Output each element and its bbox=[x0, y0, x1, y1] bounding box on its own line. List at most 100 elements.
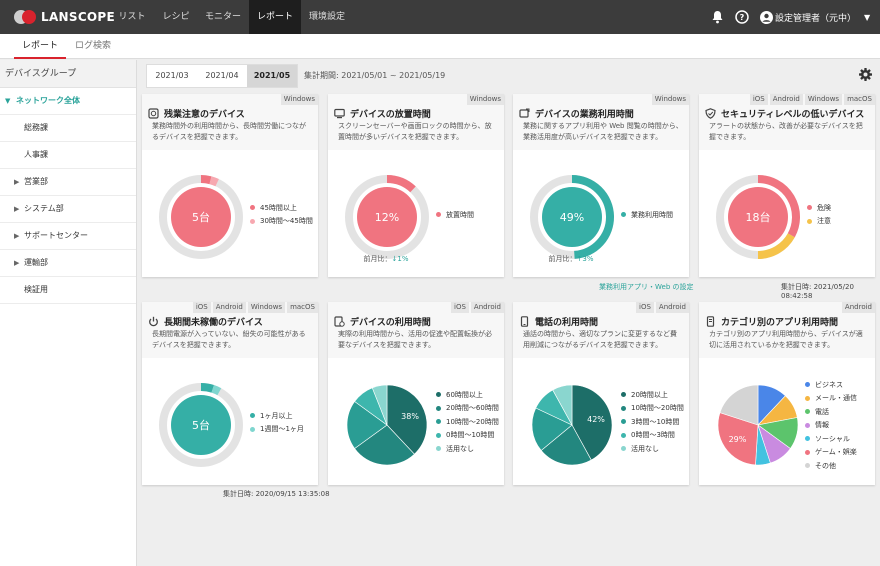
chevron-right-icon[interactable]: ▶ bbox=[14, 223, 19, 249]
card-idle-time[interactable]: Windows デバイスの放置時間 スクリーンセーバーや画面ロックの時間から、放… bbox=[328, 94, 504, 277]
legend-item: 電話 bbox=[805, 405, 857, 419]
legend-label: 60時間以上 bbox=[446, 390, 483, 399]
comparison-label: 前月比： bbox=[363, 255, 392, 263]
chevron-right-icon[interactable]: ▶ bbox=[14, 250, 19, 276]
app-list-icon bbox=[706, 316, 715, 327]
legend-label: 注意 bbox=[817, 217, 831, 226]
tag-windows: Windows bbox=[247, 302, 286, 313]
card-description: 業務に関するアプリ利用や Web 閲覧の時間から、業務活用度が高いデバイスを把握… bbox=[523, 122, 683, 141]
donut-center-value: 5台 bbox=[192, 418, 210, 432]
card-business-use[interactable]: Windows デバイスの業務利用時間 業務に関するアプリ利用や Web 閲覧の… bbox=[513, 94, 689, 277]
legend-item: 0時間〜10時間 bbox=[436, 429, 499, 443]
sidebar-item-general-affairs[interactable]: 総務課 bbox=[0, 115, 136, 142]
chart-legend: 業務利用時間 bbox=[621, 208, 673, 222]
smartphone-icon bbox=[520, 316, 529, 327]
svg-text:?: ? bbox=[740, 13, 745, 22]
legend-dot bbox=[436, 405, 441, 411]
sidebar-item-label: 総務課 bbox=[24, 123, 48, 132]
business-app-settings-link[interactable]: 業務利用アプリ・Web の設定 bbox=[599, 282, 694, 292]
user-menu[interactable]: 設定管理者（元中） ▼ bbox=[760, 0, 870, 34]
sidebar: デバイスグループ ▼ ネットワーク全体 総務課 人事課 ▶ 営業部 ▶ システム部 ▶… bbox=[0, 60, 137, 566]
aggregation-date: 集計日時: 2021/05/20 08:42:58 bbox=[781, 283, 854, 300]
legend-label: 0時間〜3時間 bbox=[631, 431, 675, 440]
legend-dot bbox=[805, 436, 810, 442]
card-security-level[interactable]: iOS Android Windows macOS セキュリティレベルの低いデバ… bbox=[699, 94, 875, 277]
month-selector: 2021/03 2021/04 2021/05 bbox=[146, 64, 298, 88]
legend-label: 情報 bbox=[815, 421, 829, 430]
legend-dot bbox=[250, 413, 255, 419]
platform-tags: Android bbox=[840, 302, 875, 313]
user-name: 設定管理者（元中） bbox=[775, 13, 857, 24]
card-title-text: デバイスの放置時間 bbox=[350, 110, 431, 120]
tag-windows: Windows bbox=[651, 94, 689, 105]
month-tab-2021-03[interactable]: 2021/03 bbox=[147, 65, 197, 87]
legend-item: 注意 bbox=[807, 215, 831, 229]
chevron-right-icon[interactable]: ▶ bbox=[14, 169, 19, 195]
tab-log-search[interactable]: ログ検索 bbox=[68, 34, 118, 59]
donut-segment bbox=[211, 385, 222, 396]
legend-label: ゲーム・娯楽 bbox=[815, 448, 857, 457]
gear-icon[interactable] bbox=[859, 68, 872, 81]
donut-chart: 49% bbox=[530, 175, 614, 259]
comparison-value: ↑3% bbox=[576, 255, 594, 263]
lanscope-logo[interactable]: LANSCOPE bbox=[14, 10, 115, 24]
nav-monitor[interactable]: モニター bbox=[200, 0, 246, 34]
card-title: 長期間未稼働のデバイス bbox=[148, 315, 263, 328]
legend-label: 10時間〜20時間 bbox=[446, 417, 499, 426]
help-icon[interactable]: ? bbox=[735, 10, 749, 24]
month-tab-2021-04[interactable]: 2021/04 bbox=[197, 65, 247, 87]
tag-macos: macOS bbox=[287, 302, 318, 313]
card-title: 電話の利用時間 bbox=[519, 315, 598, 328]
user-avatar-icon bbox=[760, 10, 773, 24]
card-app-category-usage[interactable]: Android カテゴリ別のアプリ利用時間 カテゴリ別のアプリ利用時間から、デバ… bbox=[699, 302, 875, 485]
legend-item: ビジネス bbox=[805, 378, 857, 392]
card-device-usage-time[interactable]: iOS Android デバイスの利用時間 実際の利用時間から、活用の促進や配置… bbox=[328, 302, 504, 485]
card-inactive-devices[interactable]: iOS Android Windows macOS 長期間未稼働のデバイス 長期… bbox=[142, 302, 318, 485]
sub-tab-bar: レポート ログ検索 bbox=[0, 34, 880, 59]
chevron-down-icon: ▼ bbox=[5, 97, 11, 105]
device-clock-icon bbox=[148, 108, 159, 119]
legend-label: 3時間〜10時間 bbox=[631, 417, 680, 426]
nav-settings[interactable]: 環境設定 bbox=[304, 0, 350, 34]
card-title: セキュリティレベルの低いデバイス bbox=[705, 107, 864, 120]
legend-dot bbox=[436, 432, 441, 438]
donut-chart: 5台 bbox=[159, 175, 243, 259]
card-phone-usage-time[interactable]: iOS Android 電話の利用時間 通話の時間から、適切なプランに変更するな… bbox=[513, 302, 689, 485]
legend-label: 1ヶ月以上 bbox=[260, 411, 293, 420]
month-tab-2021-05[interactable]: 2021/05 bbox=[247, 65, 297, 87]
legend-dot bbox=[250, 205, 255, 211]
bell-icon[interactable] bbox=[711, 10, 724, 24]
sidebar-item-network-all[interactable]: ▼ ネットワーク全体 bbox=[0, 88, 136, 115]
legend-label: ソーシャル bbox=[815, 434, 850, 443]
sidebar-item-verification[interactable]: 検証用 bbox=[0, 277, 136, 304]
sidebar-item-system[interactable]: ▶ システム部 bbox=[0, 196, 136, 223]
card-title: デバイスの業務利用時間 bbox=[519, 107, 634, 120]
nav-report[interactable]: レポート bbox=[249, 0, 301, 34]
nav-recipe[interactable]: レシピ bbox=[156, 0, 196, 34]
chevron-down-icon: ▼ bbox=[864, 12, 871, 22]
donut-segment bbox=[200, 175, 212, 185]
tag-android: Android bbox=[769, 94, 803, 105]
nav-list[interactable]: リスト bbox=[112, 0, 152, 34]
tab-report[interactable]: レポート bbox=[14, 34, 66, 59]
sidebar-item-sales[interactable]: ▶ 営業部 bbox=[0, 169, 136, 196]
card-description: カテゴリ別のアプリ利用時間から、デバイスが適切に活用されているかを把握できます。 bbox=[709, 330, 863, 349]
card-overtime-devices[interactable]: Windows 残業注意のデバイス 業務時間外の利用時間から、長時間労働につなが… bbox=[142, 94, 318, 277]
chevron-right-icon[interactable]: ▶ bbox=[14, 196, 19, 222]
legend-label: 放置時間 bbox=[446, 210, 474, 219]
logo-mark-red-icon bbox=[22, 10, 36, 24]
legend-item: 20時間〜60時間 bbox=[436, 402, 499, 416]
sidebar-item-support[interactable]: ▶ サポートセンター bbox=[0, 223, 136, 250]
platform-tags: iOS Android bbox=[449, 302, 504, 313]
legend-item: 3時間〜10時間 bbox=[621, 415, 684, 429]
legend-dot bbox=[805, 463, 810, 469]
legend-label: 危険 bbox=[817, 203, 831, 212]
legend-dot bbox=[805, 409, 810, 415]
tag-windows: Windows bbox=[280, 94, 318, 105]
aggregation-date: 集計日時: 2020/09/15 13:35:08 bbox=[223, 490, 330, 498]
month-comparison: 前月比：↑3% bbox=[483, 254, 659, 264]
sidebar-item-hr[interactable]: 人事課 bbox=[0, 142, 136, 169]
tag-ios: iOS bbox=[192, 302, 211, 313]
legend-dot bbox=[807, 205, 812, 211]
sidebar-item-transport[interactable]: ▶ 運輸部 bbox=[0, 250, 136, 277]
